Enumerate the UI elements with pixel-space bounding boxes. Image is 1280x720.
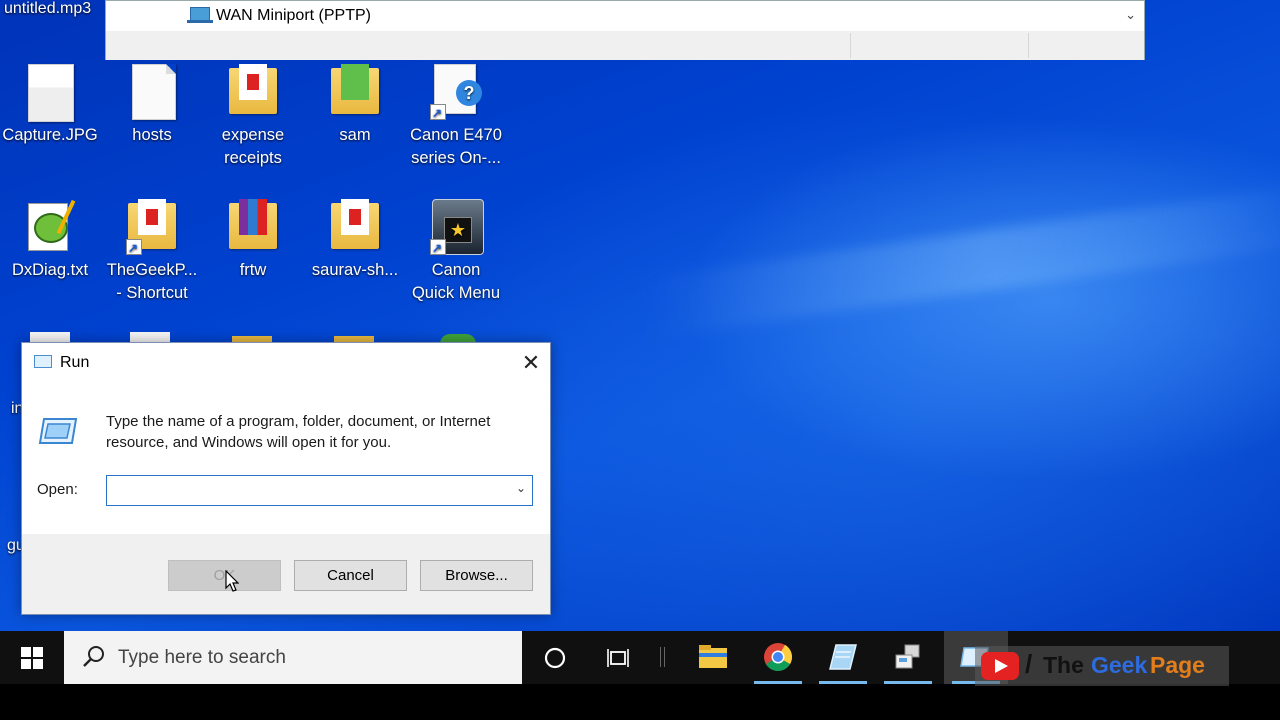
run-icon	[34, 355, 52, 368]
open-label: Open:	[37, 481, 78, 498]
file-icon	[124, 62, 180, 120]
folder-icon	[327, 197, 383, 255]
desktop-icon-hosts[interactable]: hosts	[102, 62, 202, 147]
taskbar-divider	[660, 647, 665, 667]
desktop-icon-dxdiag-txt[interactable]: DxDiag.txt	[0, 197, 100, 282]
desktop-icon-expense-receipts[interactable]: expense receipts	[203, 62, 303, 170]
cortana-icon	[544, 647, 566, 669]
desktop-icon-frtw[interactable]: frtw	[203, 197, 303, 282]
desktop-icon-canon-quick-menu[interactable]: ★ Canon Quick Menu	[406, 197, 506, 305]
youtube-logo-icon	[981, 652, 1019, 680]
close-icon[interactable]: ✕	[516, 349, 546, 377]
search-placeholder: Type here to search	[118, 647, 286, 668]
network-adapter-icon	[187, 7, 213, 23]
watermark-word-geek: Geek	[1091, 652, 1148, 678]
dialog-titlebar[interactable]: Run ✕	[22, 343, 550, 383]
list-item[interactable]: WAN Miniport (PPTP) ⌄	[106, 1, 1144, 32]
run-dialog: Run ✕ Type the name of a program, folder…	[21, 342, 551, 615]
notepad-button[interactable]	[811, 631, 875, 684]
run-app-icon	[38, 418, 78, 444]
desktop-icon-label: DxDiag.txt	[11, 261, 89, 279]
network-connections-window: WAN Miniport (PPTP) ⌄	[105, 0, 1145, 60]
canon-quick-menu-icon: ★	[428, 197, 484, 260]
dialog-title: Run	[60, 354, 90, 371]
list-item-label: WAN Miniport (PPTP)	[216, 7, 371, 24]
desktop-icon-capture-jpg[interactable]: Capture.JPG	[0, 62, 100, 147]
open-input[interactable]	[111, 478, 505, 504]
watermark-word-page: Page	[1150, 652, 1205, 678]
mouse-pointer-icon	[225, 570, 239, 592]
desktop: untitled.mp3 Capture.JPG hosts expense r…	[0, 0, 1280, 631]
network-icon	[895, 644, 920, 669]
desktop-icon-label: frtw	[239, 261, 267, 279]
desktop-icon-label: TheGeekP... - Shortcut	[106, 261, 198, 302]
image-file-icon	[22, 62, 78, 122]
desktop-icon-label: Canon Quick Menu	[411, 261, 501, 302]
the-geek-page-watermark: / The Geek Page	[975, 646, 1229, 686]
notepad-plus-icon	[22, 197, 78, 255]
shortcut-arrow-icon	[430, 237, 446, 260]
shortcut-arrow-icon	[430, 102, 446, 125]
dialog-message: Type the name of a program, folder, docu…	[106, 413, 491, 451]
shortcut-arrow-icon	[126, 237, 142, 260]
desktop-icon-label: sam	[339, 126, 371, 144]
desktop-icon-saurav-sh[interactable]: saurav-sh...	[305, 197, 405, 282]
archive-folder-icon	[225, 197, 281, 255]
help-document-icon: ?	[428, 62, 484, 125]
folder-icon	[327, 62, 383, 120]
start-button[interactable]	[0, 631, 64, 684]
letterbox-bar	[0, 684, 1280, 720]
notepad-icon	[829, 644, 857, 670]
windows-logo-icon	[21, 647, 43, 669]
wallpaper-light-beam	[639, 181, 1280, 339]
search-icon	[83, 646, 104, 667]
folder-icon	[124, 197, 180, 260]
desktop-icon-label: saurav-sh...	[311, 261, 399, 279]
desktop-icon-label: Capture.JPG	[2, 126, 98, 144]
task-view-button[interactable]	[587, 631, 651, 684]
file-explorer-icon	[699, 645, 727, 668]
open-combobox[interactable]: ⌄	[106, 475, 533, 506]
cancel-button[interactable]: Cancel	[294, 560, 407, 591]
folder-icon	[225, 62, 281, 120]
desktop-file-untitled-mp3[interactable]: untitled.mp3	[4, 0, 91, 18]
cortana-button[interactable]	[523, 631, 587, 684]
browse-button[interactable]: Browse...	[420, 560, 533, 591]
desktop-icon-label: hosts	[132, 126, 172, 144]
desktop-icon-sam[interactable]: sam	[305, 62, 405, 147]
network-app-button[interactable]	[876, 631, 940, 684]
chevron-down-icon[interactable]: ⌄	[516, 481, 526, 495]
chevron-down-icon[interactable]: ⌄	[1125, 7, 1136, 23]
desktop-file-label: untitled.mp3	[4, 0, 92, 17]
chrome-icon	[764, 643, 792, 671]
desktop-icon-label: expense receipts	[221, 126, 285, 167]
desktop-icon-canon-e470[interactable]: ? Canon E470 series On-...	[406, 62, 506, 170]
watermark-word-the: The	[1043, 652, 1084, 678]
desktop-icon-label: Canon E470 series On-...	[410, 126, 502, 167]
status-divider	[850, 33, 851, 58]
file-explorer-button[interactable]	[681, 631, 745, 684]
desktop-icon-thegeekp-shortcut[interactable]: TheGeekP... - Shortcut	[102, 197, 202, 305]
taskbar-search-box[interactable]: Type here to search	[64, 631, 522, 684]
watermark-slash: /	[1025, 649, 1033, 679]
chrome-button[interactable]	[746, 631, 810, 684]
task-view-icon	[607, 649, 629, 667]
status-bar	[106, 31, 1144, 60]
status-divider	[1028, 33, 1029, 58]
